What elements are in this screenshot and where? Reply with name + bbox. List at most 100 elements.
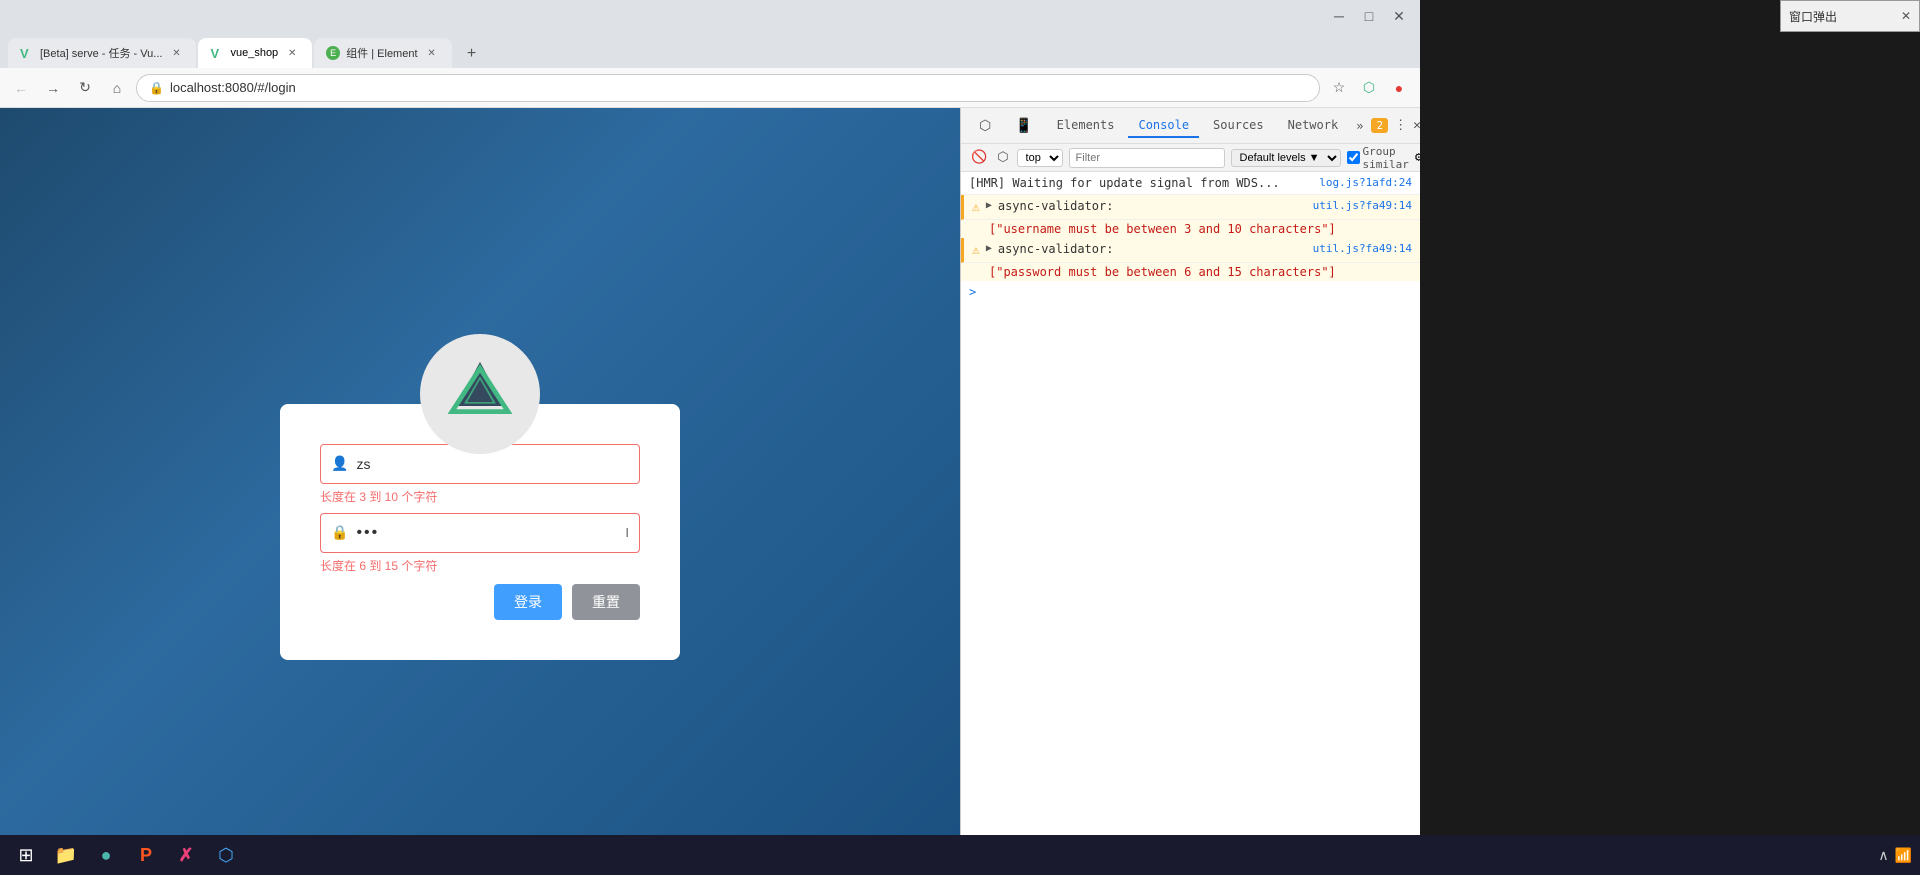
console-filter-icon[interactable]: ⬡ [995, 148, 1010, 167]
tab-favicon-2: V [210, 46, 224, 60]
taskbar: ⊞ 📁 ● P ✗ ⬡ ∧ 📶 [0, 835, 1920, 875]
vue-logo-icon [440, 354, 520, 434]
address-text: localhost:8080/#/login [170, 80, 1307, 95]
devtools-tab-elements[interactable]: Elements [1047, 114, 1125, 138]
console-warning-sub-1: ["username must be between 3 and 10 char… [961, 220, 1420, 238]
tab-element[interactable]: E 组件 | Element ✕ [314, 38, 451, 68]
password-error-msg: 长度在 6 到 15 个字符 [320, 557, 640, 574]
console-entry-warning-1: ⚠ ▶ async-validator: util.js?fa49:14 ["u… [961, 195, 1420, 238]
console-filter-input[interactable] [1069, 148, 1225, 168]
console-clear-icon[interactable]: 🚫 [969, 148, 989, 167]
login-button[interactable]: 登录 [494, 584, 562, 620]
devtools-tab-inspect[interactable]: ⬡ [969, 114, 1001, 138]
vue-login-page: 👤 长度在 3 到 10 个字符 🔒 I 长度在 6 到 15 个字符 [0, 108, 960, 875]
console-warning-row-1: ⚠ ▶ async-validator: util.js?fa49:14 [961, 195, 1420, 220]
console-output: [HMR] Waiting for update signal from WDS… [961, 172, 1420, 875]
tab-close-1[interactable]: ✕ [168, 45, 184, 61]
taskbar-start-button[interactable]: ⊞ [8, 837, 44, 873]
devtools-tab-sources[interactable]: Sources [1203, 114, 1274, 138]
devtools-close-icon[interactable]: ✕ [1413, 118, 1420, 133]
browser-menu-button[interactable]: ⬡ [1356, 75, 1382, 101]
group-similar-label[interactable]: Group similar [1347, 145, 1409, 171]
reset-button[interactable]: 重置 [572, 584, 640, 620]
password-input[interactable] [356, 524, 625, 542]
console-toolbar: 🚫 ⬡ top Default levels ▼ Group similar ⚙ [961, 144, 1420, 172]
devtools-tab-mobile[interactable]: 📱 [1005, 114, 1042, 138]
title-bar: ─ □ ✕ [0, 0, 1420, 32]
forward-button[interactable]: → [40, 75, 66, 101]
address-bar[interactable]: 🔒 localhost:8080/#/login [136, 74, 1320, 102]
tab-favicon-1: V [20, 46, 34, 60]
group-similar-checkbox[interactable] [1347, 151, 1360, 164]
taskbar-files-button[interactable]: 📁 [48, 837, 84, 873]
user-icon: 👤 [331, 455, 348, 472]
taskbar-chevron-icon[interactable]: ∧ [1878, 847, 1888, 864]
console-warning-sub-2: ["password must be between 6 and 15 char… [961, 263, 1420, 281]
devtools-tab-bar: ⬡ 📱 Elements Console Sources Network » 2… [961, 108, 1420, 144]
tab-beta-serve[interactable]: V [Beta] serve - 任务 - Vu... ✕ [8, 38, 196, 68]
popup-window: 窗口弹出 ✕ [1780, 0, 1920, 32]
content-area: 👤 长度在 3 到 10 个字符 🔒 I 长度在 6 到 15 个字符 [0, 108, 1420, 875]
new-tab-button[interactable]: + [458, 40, 486, 68]
form-buttons: 登录 重置 [320, 584, 640, 620]
console-warning-link-2[interactable]: util.js?fa49:14 [1313, 242, 1412, 255]
console-entry-hmr: [HMR] Waiting for update signal from WDS… [961, 172, 1420, 195]
console-entry-warning-2: ⚠ ▶ async-validator: util.js?fa49:14 ["p… [961, 238, 1420, 281]
devtools-warning-badge: 2 [1371, 118, 1388, 133]
back-button[interactable]: ← [8, 75, 34, 101]
console-warning-row-2: ⚠ ▶ async-validator: util.js?fa49:14 [961, 238, 1420, 263]
devtools-settings-icon[interactable]: ⋮ [1394, 118, 1407, 133]
minimize-button[interactable]: ─ [1326, 3, 1352, 29]
username-error-msg: 长度在 3 到 10 个字符 [320, 488, 640, 505]
home-button[interactable]: ⌂ [104, 75, 130, 101]
tab-title-1: [Beta] serve - 任务 - Vu... [40, 45, 162, 61]
tab-favicon-3: E [326, 46, 340, 60]
devtools-panel: ⬡ 📱 Elements Console Sources Network » 2… [960, 108, 1420, 875]
browser-window: ─ □ ✕ V [Beta] serve - 任务 - Vu... ✕ V vu… [0, 0, 1420, 875]
tab-bar: V [Beta] serve - 任务 - Vu... ✕ V vue_shop… [0, 32, 1420, 68]
tab-close-2[interactable]: ✕ [284, 45, 300, 61]
expand-icon-1[interactable]: ▶ [986, 200, 992, 211]
popup-close-button[interactable]: ✕ [1901, 9, 1911, 23]
taskbar-right: ∧ 📶 [1878, 847, 1912, 864]
reload-button[interactable]: ↻ [72, 75, 98, 101]
popup-title: 窗口弹出 [1789, 8, 1837, 25]
tab-title-3: 组件 | Element [346, 45, 417, 61]
console-settings-icon[interactable]: ⚙ [1415, 150, 1420, 165]
taskbar-chrome-button[interactable]: ● [88, 837, 124, 873]
close-browser-button[interactable]: ✕ [1386, 3, 1412, 29]
taskbar-powerpoint-button[interactable]: P [128, 837, 164, 873]
devtools-tab-console[interactable]: Console [1128, 114, 1199, 138]
login-card: 👤 长度在 3 到 10 个字符 🔒 I 长度在 6 到 15 个字符 [280, 404, 680, 660]
expand-icon-2[interactable]: ▶ [986, 243, 992, 254]
bookmark-button[interactable]: ☆ [1326, 75, 1352, 101]
lock-input-icon: 🔒 [331, 524, 348, 541]
vue-logo-wrapper [420, 334, 540, 454]
console-hmr-text: [HMR] Waiting for update signal from WDS… [969, 176, 1313, 190]
devtools-more-tabs[interactable]: » [1352, 115, 1367, 137]
console-level-select[interactable]: Default levels ▼ [1231, 149, 1341, 167]
tab-close-3[interactable]: ✕ [424, 45, 440, 61]
taskbar-vscode-button[interactable]: ⬡ [208, 837, 244, 873]
taskbar-network-icon[interactable]: 📶 [1895, 847, 1912, 864]
console-hmr-link[interactable]: log.js?1afd:24 [1319, 176, 1412, 189]
toolbar-actions: ☆ ⬡ ● [1326, 75, 1412, 101]
password-form-group: 🔒 I 长度在 6 到 15 个字符 [320, 513, 640, 574]
console-warning-text-1: async-validator: [998, 199, 1307, 213]
console-prompt[interactable]: > [961, 281, 1420, 303]
tab-title-2: vue_shop [230, 47, 278, 59]
username-input[interactable] [356, 456, 629, 472]
devtools-toolbar-right: 2 ⋮ ✕ [1371, 118, 1420, 133]
console-warning-link-1[interactable]: util.js?fa49:14 [1313, 199, 1412, 212]
tab-vue-shop[interactable]: V vue_shop ✕ [198, 38, 312, 68]
devtools-tab-network[interactable]: Network [1278, 114, 1349, 138]
console-context-select[interactable]: top [1017, 149, 1063, 167]
taskbar-x-button[interactable]: ✗ [168, 837, 204, 873]
warning-icon-2: ⚠ [972, 243, 980, 258]
lock-icon: 🔒 [149, 81, 164, 95]
settings-button[interactable]: ● [1386, 75, 1412, 101]
browser-toolbar: ← → ↻ ⌂ 🔒 localhost:8080/#/login ☆ ⬡ ● [0, 68, 1420, 108]
console-warning-text-2: async-validator: [998, 242, 1307, 256]
password-input-wrapper[interactable]: 🔒 I [320, 513, 640, 553]
maximize-button[interactable]: □ [1356, 3, 1382, 29]
